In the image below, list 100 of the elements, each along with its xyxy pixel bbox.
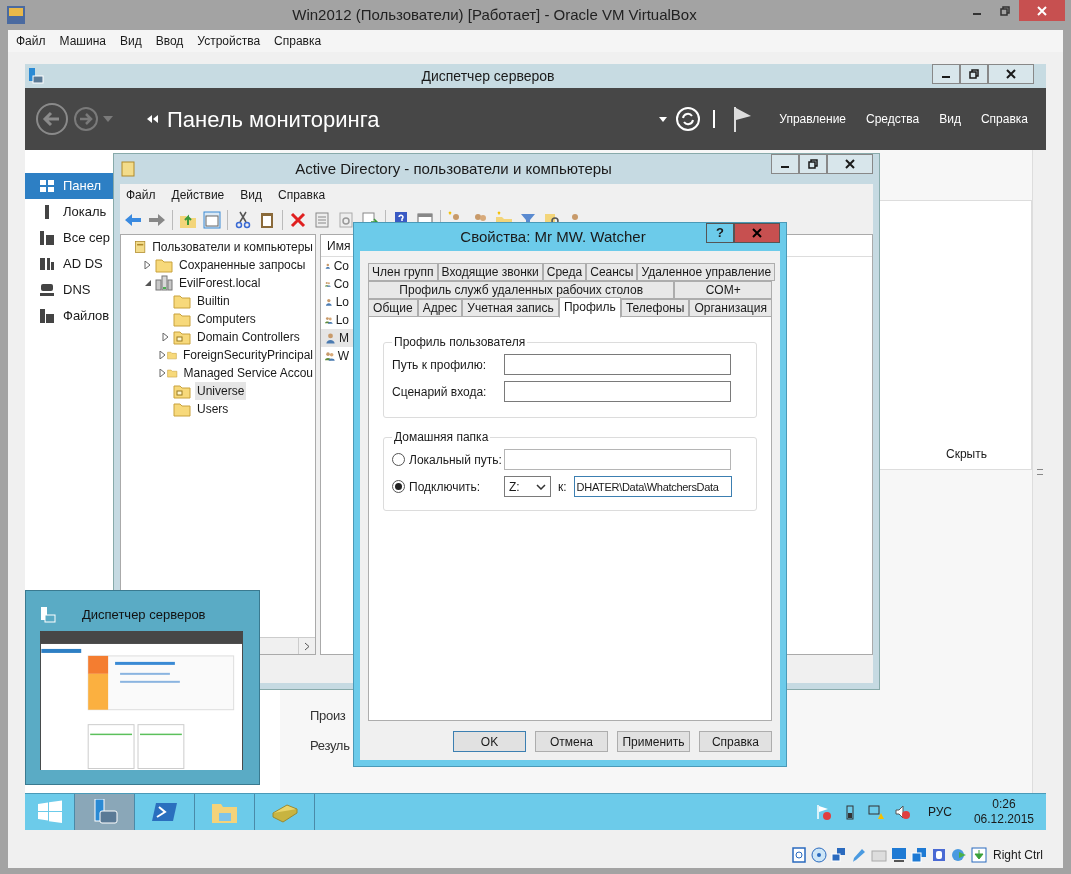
menu-item[interactable]: Файл [126,186,156,204]
refresh-icon[interactable] [675,106,702,132]
menu-item[interactable]: Ввод [155,32,184,50]
header-menu-item[interactable]: Вид [939,110,961,128]
clock[interactable]: 0:26 06.12.2015 [973,797,1034,827]
tab[interactable]: Организация [689,299,772,317]
optical-disc-icon[interactable] [811,847,827,863]
collapsed-arrow-icon[interactable] [162,333,170,341]
text-field[interactable] [504,381,731,402]
tree-item[interactable]: Пользователи и компьютеры [150,238,315,256]
header-menu-item[interactable]: Управление [779,110,847,128]
tree-item[interactable]: Managed Service Accou [181,364,315,382]
tree-item[interactable]: Domain Controllers [195,328,302,346]
menu-item[interactable]: Справка [274,32,322,50]
menu-item[interactable]: Машина [59,32,106,50]
tab[interactable]: Адрес [417,299,463,317]
sidebar-item[interactable]: DNS [25,277,113,303]
tree-item[interactable]: Computers [195,310,258,328]
dropdown-icon[interactable] [659,116,668,122]
list-row[interactable]: Lo [321,311,353,329]
drive-dropdown[interactable]: Z: [504,476,551,497]
monitor-icon[interactable] [891,847,907,863]
column-header[interactable]: Имя [327,236,351,255]
cut-icon[interactable] [234,211,252,229]
minimize-button[interactable] [771,154,799,174]
dialog-button[interactable]: Справка [699,731,772,752]
tree-item[interactable]: Universe [195,382,247,400]
network-warning-icon[interactable] [867,804,884,820]
menu-item[interactable]: Файл [16,32,46,50]
list-row[interactable]: W [321,347,353,365]
menu-item[interactable]: Устройства [197,32,261,50]
sidebar-item[interactable]: Локаль [25,199,113,225]
menu-item[interactable]: Вид [119,32,142,50]
close-button[interactable] [988,64,1034,84]
dialog-button[interactable]: OK [453,731,526,752]
tab[interactable]: Телефоны [620,299,690,317]
sidebar-item[interactable]: Панел [25,173,113,199]
tab[interactable]: Профиль служб удаленных рабочих столов [368,281,675,299]
expanded-arrow-icon[interactable] [144,279,152,287]
help-button[interactable]: ? [706,223,734,243]
list-row[interactable]: Co [321,275,353,293]
download-icon[interactable] [971,847,987,863]
speaker-muted-icon[interactable] [893,804,910,820]
collapsed-arrow-icon[interactable] [159,369,168,377]
list-row[interactable]: Co [321,257,353,275]
sidebar-item[interactable]: Файлов [25,303,113,329]
taskbar-button[interactable] [75,794,135,830]
minimize-button[interactable] [932,64,960,84]
menu-item[interactable]: Справка [278,186,326,204]
restore-button[interactable] [960,64,988,84]
restore-button[interactable] [799,154,827,174]
back-button-icon[interactable] [35,102,69,136]
path-field[interactable]: DHATER\Data\WhatchersData [573,476,732,497]
taskbar-preview[interactable]: Диспетчер серверов [25,590,260,785]
close-button[interactable] [734,223,780,243]
list-row[interactable]: Lo [321,293,353,311]
radio-label[interactable]: Локальный путь: [405,450,504,469]
header-menu-item[interactable]: Средства [866,110,920,128]
tab[interactable]: Член групп [368,263,438,281]
tab[interactable]: Среда [542,263,587,281]
menu-item[interactable]: Вид [240,186,262,204]
double-arrow-icon[interactable] [147,115,159,123]
tree-item[interactable]: EvilForest.local [177,274,263,292]
back-arrow-icon[interactable] [124,211,142,229]
text-field[interactable] [504,354,731,375]
tab[interactable]: Общие [368,299,418,317]
text-field[interactable] [504,449,731,470]
console-tree-icon[interactable] [203,211,221,229]
tab[interactable]: Профиль [558,297,621,318]
tab[interactable]: COM+ [674,281,772,299]
close-button[interactable] [827,154,873,174]
chip-icon[interactable] [931,847,947,863]
collapsed-arrow-icon[interactable] [144,261,152,269]
forward-arrow-icon[interactable] [148,211,166,229]
forward-button-icon[interactable] [73,106,99,132]
tab[interactable]: Удаленное управление [637,263,776,281]
network-icon[interactable] [831,847,847,863]
windows-overlap-icon[interactable] [911,847,927,863]
delete-icon[interactable] [289,211,307,229]
tab[interactable]: Учетная запись [462,299,559,317]
menu-item[interactable]: Действие [171,186,225,204]
radio-label[interactable]: Подключить: [405,477,504,496]
sidebar-item[interactable]: Все сер [25,225,113,251]
list-row[interactable]: M [321,329,353,347]
tree-item[interactable]: Builtin [195,292,232,310]
tree-item[interactable]: Users [195,400,231,418]
tree-item[interactable]: Сохраненные запросы [177,256,308,274]
dialog-button[interactable]: Отмена [535,731,608,752]
sidebar-item[interactable]: AD DS [25,251,113,277]
radio-button[interactable] [392,453,405,466]
language-indicator[interactable]: РУС [927,803,952,821]
clipboard-icon[interactable] [258,211,276,229]
radio-button[interactable] [392,480,405,493]
dialog-button[interactable]: Применить [617,731,690,752]
usb-pen-icon[interactable] [851,847,867,863]
hide-link[interactable]: Скрыть [946,445,987,463]
tree-item[interactable]: ForeignSecurityPrincipal [180,346,315,364]
tab[interactable]: Сеансы [586,263,638,281]
tab[interactable]: Входящие звонки [437,263,543,281]
flag-error-icon[interactable] [815,804,832,820]
